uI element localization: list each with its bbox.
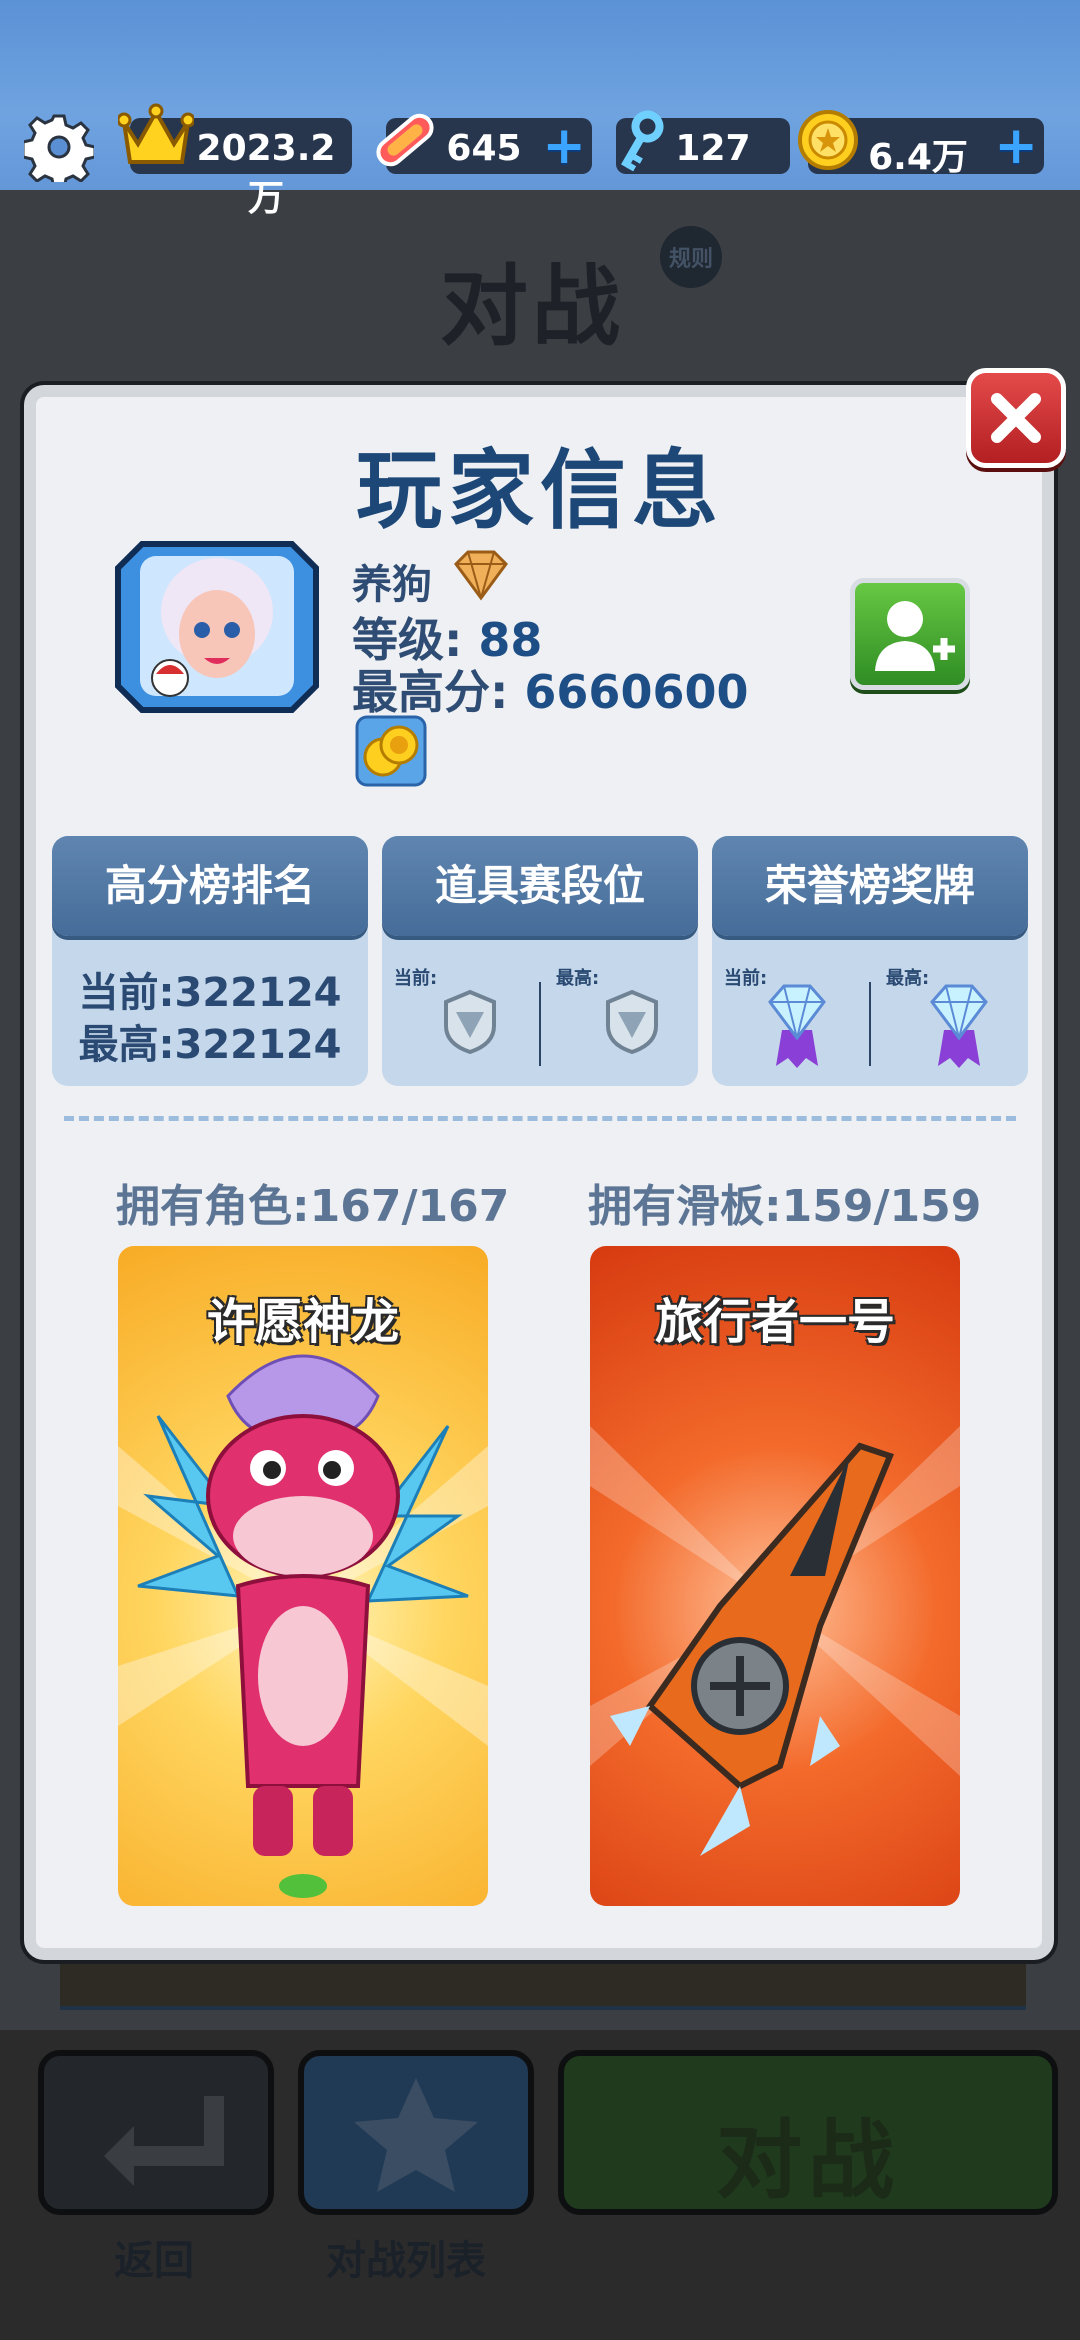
- diamond-medal-icon: [768, 984, 826, 1068]
- star-icon: [354, 2078, 478, 2192]
- tier-current-label: 当前:: [394, 968, 438, 989]
- dialog-title: 玩家信息: [356, 441, 724, 541]
- boards-owned: 拥有滑板:159/159: [588, 1181, 982, 1232]
- leaderboard-rank-title: 高分榜排名: [52, 836, 368, 936]
- divider: [869, 982, 871, 1066]
- hoverboard-card[interactable]: 旅行者一号: [590, 1246, 960, 1906]
- back-label: 返回: [114, 2238, 194, 2284]
- honor-medal-title: 荣誉榜奖牌: [712, 836, 1028, 936]
- item-tier-title: 道具赛段位: [382, 836, 698, 936]
- coin-icon: [798, 110, 858, 170]
- rank-diamond-icon: [454, 550, 508, 601]
- hoverboard-icon: [376, 113, 434, 167]
- best-score-value: 6660600: [524, 665, 749, 719]
- player-avatar[interactable]: [112, 538, 322, 716]
- coin-badge-icon: [355, 715, 427, 787]
- characters-owned: 拥有角色:167/167: [116, 1181, 510, 1232]
- diamond-medal-icon: [930, 984, 988, 1068]
- leaderboard-rank-card: 高分榜排名 当前:322124 最高:322124: [52, 836, 368, 1086]
- hoverboard-name: 旅行者一号: [654, 1294, 895, 1350]
- section-divider: [64, 1116, 1016, 1121]
- battle-list-label: 对战列表: [326, 2238, 486, 2284]
- add-coin-button[interactable]: +: [994, 120, 1038, 172]
- player-best-score: 最高分: 6660600: [352, 656, 748, 722]
- crown-icon: [118, 103, 194, 164]
- tier-best-label: 最高:: [556, 968, 600, 989]
- back-button[interactable]: [38, 2050, 274, 2215]
- battle-button-label: 对战: [716, 2111, 900, 2211]
- page-title: 对战: [440, 255, 625, 358]
- silver-trophy-icon: [444, 989, 496, 1055]
- battle-list-button[interactable]: [298, 2050, 534, 2215]
- medal-current-label: 当前:: [724, 968, 768, 989]
- add-board-button[interactable]: +: [542, 120, 586, 172]
- player-name: 养狗: [352, 562, 432, 608]
- medal-best-label: 最高:: [886, 968, 930, 989]
- crown-value: 2023.2万: [196, 128, 336, 219]
- key-icon: [621, 110, 664, 172]
- return-icon: [104, 2096, 224, 2186]
- divider: [539, 982, 541, 1066]
- silver-trophy-icon: [606, 989, 658, 1055]
- gear-icon[interactable]: [24, 112, 94, 182]
- character-name: 许愿神龙: [206, 1294, 399, 1350]
- rules-button[interactable]: 规则: [660, 226, 722, 288]
- character-card[interactable]: 许愿神龙: [118, 1246, 488, 1906]
- add-friend-icon: [875, 601, 955, 671]
- item-tier-card: 道具赛段位 当前: 最高:: [382, 836, 698, 1086]
- best-score-label: 最高分:: [352, 665, 509, 719]
- honor-medal-card: 荣誉榜奖牌 当前: 最高:: [712, 836, 1028, 1086]
- rank-best: 最高:322124: [78, 1022, 342, 1068]
- add-friend-button[interactable]: [850, 578, 970, 690]
- rank-current: 当前:322124: [78, 970, 342, 1016]
